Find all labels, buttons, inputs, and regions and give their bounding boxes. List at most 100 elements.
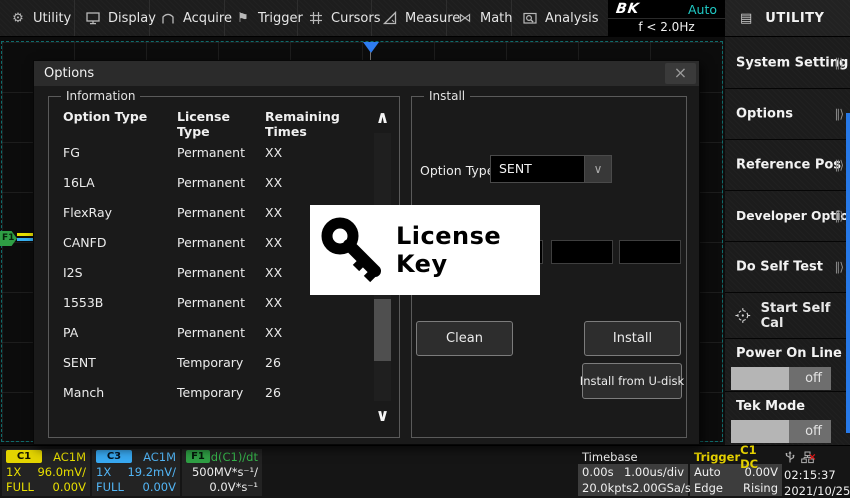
sidebar-item-reference-pos[interactable]: Reference Pos ∥⟩ [725,140,850,191]
acquire-icon [160,11,176,25]
scrollbar-thumb[interactable] [374,299,391,361]
sidebar-item-tek-mode: Tek Mode off [725,392,850,445]
cell-license: Permanent [177,325,265,340]
trigger-title: Trigger [694,450,740,464]
close-icon[interactable]: × [665,63,696,84]
c3-bandwidth: FULL [96,480,124,494]
cell-license: Temporary [177,385,265,400]
usb-icon [784,451,796,464]
menu-acquire[interactable]: Acquire [150,0,225,36]
option-type-select[interactable]: SENT ∨ [490,155,612,183]
tek-mode-toggle[interactable]: off [731,420,831,443]
sidebar-scrollbar[interactable] [846,113,850,433]
toggle-knob [731,367,789,390]
license-key-field-2[interactable] [551,240,613,264]
sidebar-header: ▤ UTILITY [725,0,850,37]
cell-option: I2S [49,265,177,280]
menu-label: Utility [33,11,71,26]
scroll-up-icon[interactable]: ∧ [371,107,394,129]
gear-icon: ⚙ [10,11,26,26]
cell-times: XX [265,295,365,310]
cell-license: Permanent [177,205,265,220]
install-button[interactable]: Install [584,321,681,356]
option-type-value: SENT [499,156,532,182]
table-row[interactable]: SENTTemporary26 [49,347,365,377]
key-icon [318,215,390,287]
trigger-block[interactable]: TriggerC1 DC Auto0.00V EdgeRising [690,449,782,496]
utility-sidebar: System Setting ∥⟩ Options ∥⟩ Reference P… [725,37,850,445]
trigger-type: Edge [694,481,723,495]
table-row[interactable]: 16LAPermanentXX [49,167,365,197]
table-row[interactable]: FGPermanentXX [49,137,365,167]
sidebar-item-developer-options[interactable]: Developer Options ∥⟩ [725,191,850,242]
status-bar: C1AC1M 1X96.0mV/ FULL0.00V C3AC1M 1X19.2… [0,445,850,498]
cell-times: XX [265,175,365,190]
cell-option: PA [49,325,177,340]
c1-probe: 1X [6,465,21,479]
sidebar-item-label: Reference Pos [736,158,841,173]
c1-trace-segment [17,233,34,236]
cell-license: Permanent [177,265,265,280]
target-icon [735,307,751,324]
sidebar-item-system-setting[interactable]: System Setting ∥⟩ [725,37,850,89]
flag-icon: ⚑ [235,11,251,26]
expand-icon: ∥⟩ [834,56,843,70]
sidebar-item-options[interactable]: Options ∥⟩ [725,89,850,140]
menu-analysis[interactable]: Analysis [512,0,608,36]
sidebar-title: UTILITY [765,11,824,26]
col-option-type: Option Type [49,109,177,139]
dialog-title: Options [34,61,699,86]
f1-value: 0.0V*s⁻¹ [209,480,258,494]
f1-function: d(C1)/dt [211,450,258,464]
timebase-points: 20.0kpts [582,481,632,495]
sidebar-item-label: System Setting [736,55,848,70]
cell-times: XX [265,325,365,340]
cell-license: Permanent [177,295,265,310]
chevron-down-icon[interactable]: ∨ [584,156,611,182]
trigger-position-marker[interactable] [363,42,379,53]
menu-utility[interactable]: ⚙ Utility [0,0,75,36]
col-remaining-times: Remaining Times [265,109,365,139]
timebase-block[interactable]: Timebase 0.00s1.00us/div 20.0kpts2.00GSa… [578,449,688,496]
table-row[interactable]: ManchTemporary26 [49,377,365,407]
license-key-text: License Key [396,222,540,278]
table-row[interactable]: PAPermanentXX [49,317,365,347]
menu-measure[interactable]: Measure [372,0,447,36]
cell-license: Permanent [177,175,265,190]
scroll-down-icon[interactable]: ∨ [371,405,394,427]
option-type-label: Option Type [420,163,494,178]
expand-icon: ∥⟩ [834,158,843,172]
trigger-mode: Auto [694,465,721,479]
c3-scale: 19.2mV/ [127,465,176,479]
sidebar-item-label: Options [736,107,793,122]
channel-c1-block[interactable]: C1AC1M 1X96.0mV/ FULL0.00V [2,449,90,496]
channel-c3-block[interactable]: C3AC1M 1X19.2mV/ FULL0.00V [92,449,180,496]
power-on-line-toggle[interactable]: off [731,367,831,390]
trigger-slope: Rising [743,481,778,495]
trigger-position-tick [370,52,371,60]
menu-cursors[interactable]: Cursors [298,0,372,36]
sidebar-item-do-self-test[interactable]: Do Self Test ∥⟩ [725,242,850,293]
timebase-delay: 0.00s [582,465,614,479]
cell-option: Manch [49,385,177,400]
c3-trace-segment [17,238,34,241]
license-key-field-3[interactable] [619,240,681,264]
information-legend: Information [61,89,140,103]
clean-button[interactable]: Clean [416,321,513,356]
measure-icon [382,11,398,25]
system-date: 2021/10/25 [784,484,850,498]
sidebar-item-start-self-cal[interactable]: Start Self Cal [725,293,850,339]
menu-display[interactable]: Display [75,0,150,36]
function-f1-block[interactable]: F1d(C1)/dt 500MV*s⁻¹/ 0.0V*s⁻¹ [182,449,262,496]
c3-probe: 1X [96,465,111,479]
menu-trigger[interactable]: ⚑ Trigger [225,0,298,36]
menu-math[interactable]: ⋈ Math [447,0,512,36]
f1-badge: F1 [186,450,210,463]
cell-option: 1553B [49,295,177,310]
sidebar-item-label: Start Self Cal [761,301,850,331]
toggle-label: Tek Mode [736,399,805,414]
c1-badge: C1 [6,450,42,463]
expand-icon: ∥⟩ [834,260,843,274]
install-from-udisk-button[interactable]: Install from U-disk [582,363,682,399]
col-license-type: License Type [177,109,265,139]
